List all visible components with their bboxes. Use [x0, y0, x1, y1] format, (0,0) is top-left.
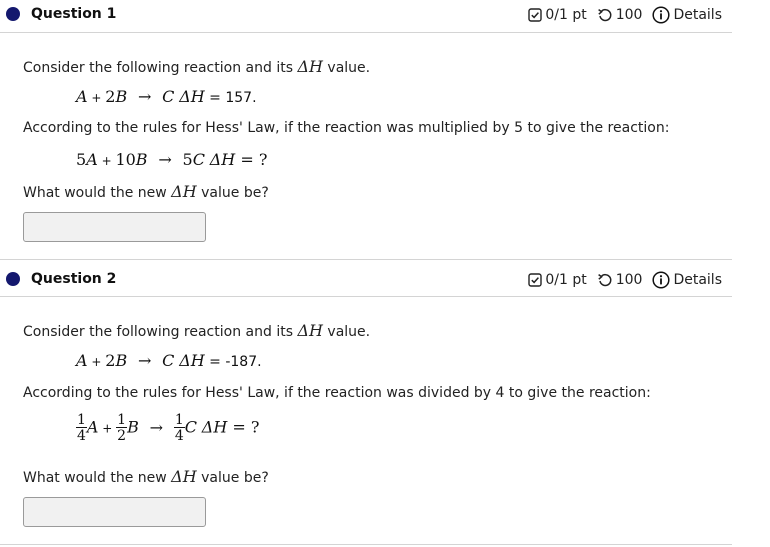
question-meta: 0/1 pt 100 Details	[528, 6, 722, 24]
question-intro: Consider the following reaction and its …	[23, 57, 370, 76]
intro-text-end: value.	[322, 60, 371, 76]
details-link[interactable]: Details	[673, 7, 722, 23]
prompt-text: What would the new	[23, 185, 172, 201]
delta-h-value: = 157.	[204, 90, 257, 106]
question-1: Question 1 0/1 pt 100 Details Consider t…	[0, 0, 732, 242]
prompt-text: What would the new	[23, 470, 172, 486]
score-text: 0/1 pt	[545, 7, 587, 23]
delta-h-symbol: ΔH	[297, 321, 323, 340]
delta-h-value: = -187.	[204, 354, 262, 370]
hess-rule-text: According to the rules for Hess' Law, if…	[23, 120, 670, 136]
answer-input[interactable]	[23, 497, 206, 527]
reaction-equation: A + 2B → C ΔH = 157.	[76, 87, 257, 106]
question-status-dot	[6, 7, 20, 21]
question-prompt: What would the new ΔH value be?	[23, 182, 269, 201]
question-meta: 0/1 pt 100 Details	[528, 271, 722, 289]
prompt-text-end: value be?	[196, 470, 269, 486]
check-square-icon	[528, 273, 543, 287]
delta-h-symbol: ΔH	[171, 467, 197, 486]
question-divider	[0, 544, 732, 545]
question-intro: Consider the following reaction and its …	[23, 321, 370, 340]
retry-icon	[597, 272, 613, 288]
intro-text: Consider the following reaction and its	[23, 324, 298, 340]
scaled-reaction-equation: 14A + 12B → 14C ΔH = ?	[76, 412, 260, 444]
intro-text-end: value.	[322, 324, 371, 340]
hess-rule-text: According to the rules for Hess' Law, if…	[23, 385, 651, 401]
delta-h-symbol: ΔH	[297, 57, 323, 76]
question-2: Question 2 0/1 pt 100 Details Consider t…	[0, 265, 732, 527]
header-divider	[0, 32, 732, 33]
question-title: Question 2	[31, 271, 117, 287]
question-header: Question 1 0/1 pt 100 Details	[0, 0, 732, 32]
retry-icon	[597, 7, 613, 23]
answer-input[interactable]	[23, 212, 206, 242]
scaled-reaction-equation: 5A + 10B → 5C ΔH = ?	[76, 150, 268, 169]
question-header: Question 2 0/1 pt 100 Details	[0, 265, 732, 297]
prompt-text-end: value be?	[196, 185, 269, 201]
question-divider	[0, 259, 732, 260]
tries-text: 100	[615, 272, 643, 288]
info-circle-icon[interactable]	[652, 271, 671, 289]
reaction-equation: A + 2B → C ΔH = -187.	[76, 351, 262, 370]
details-link[interactable]: Details	[673, 272, 722, 288]
tries-text: 100	[615, 7, 643, 23]
question-status-dot	[6, 272, 20, 286]
question-prompt: What would the new ΔH value be?	[23, 467, 269, 486]
header-divider	[0, 296, 732, 297]
question-title: Question 1	[31, 6, 117, 22]
info-circle-icon[interactable]	[652, 6, 671, 24]
check-square-icon	[528, 8, 543, 22]
intro-text: Consider the following reaction and its	[23, 60, 298, 76]
delta-h-symbol: ΔH	[171, 182, 197, 201]
score-text: 0/1 pt	[545, 272, 587, 288]
